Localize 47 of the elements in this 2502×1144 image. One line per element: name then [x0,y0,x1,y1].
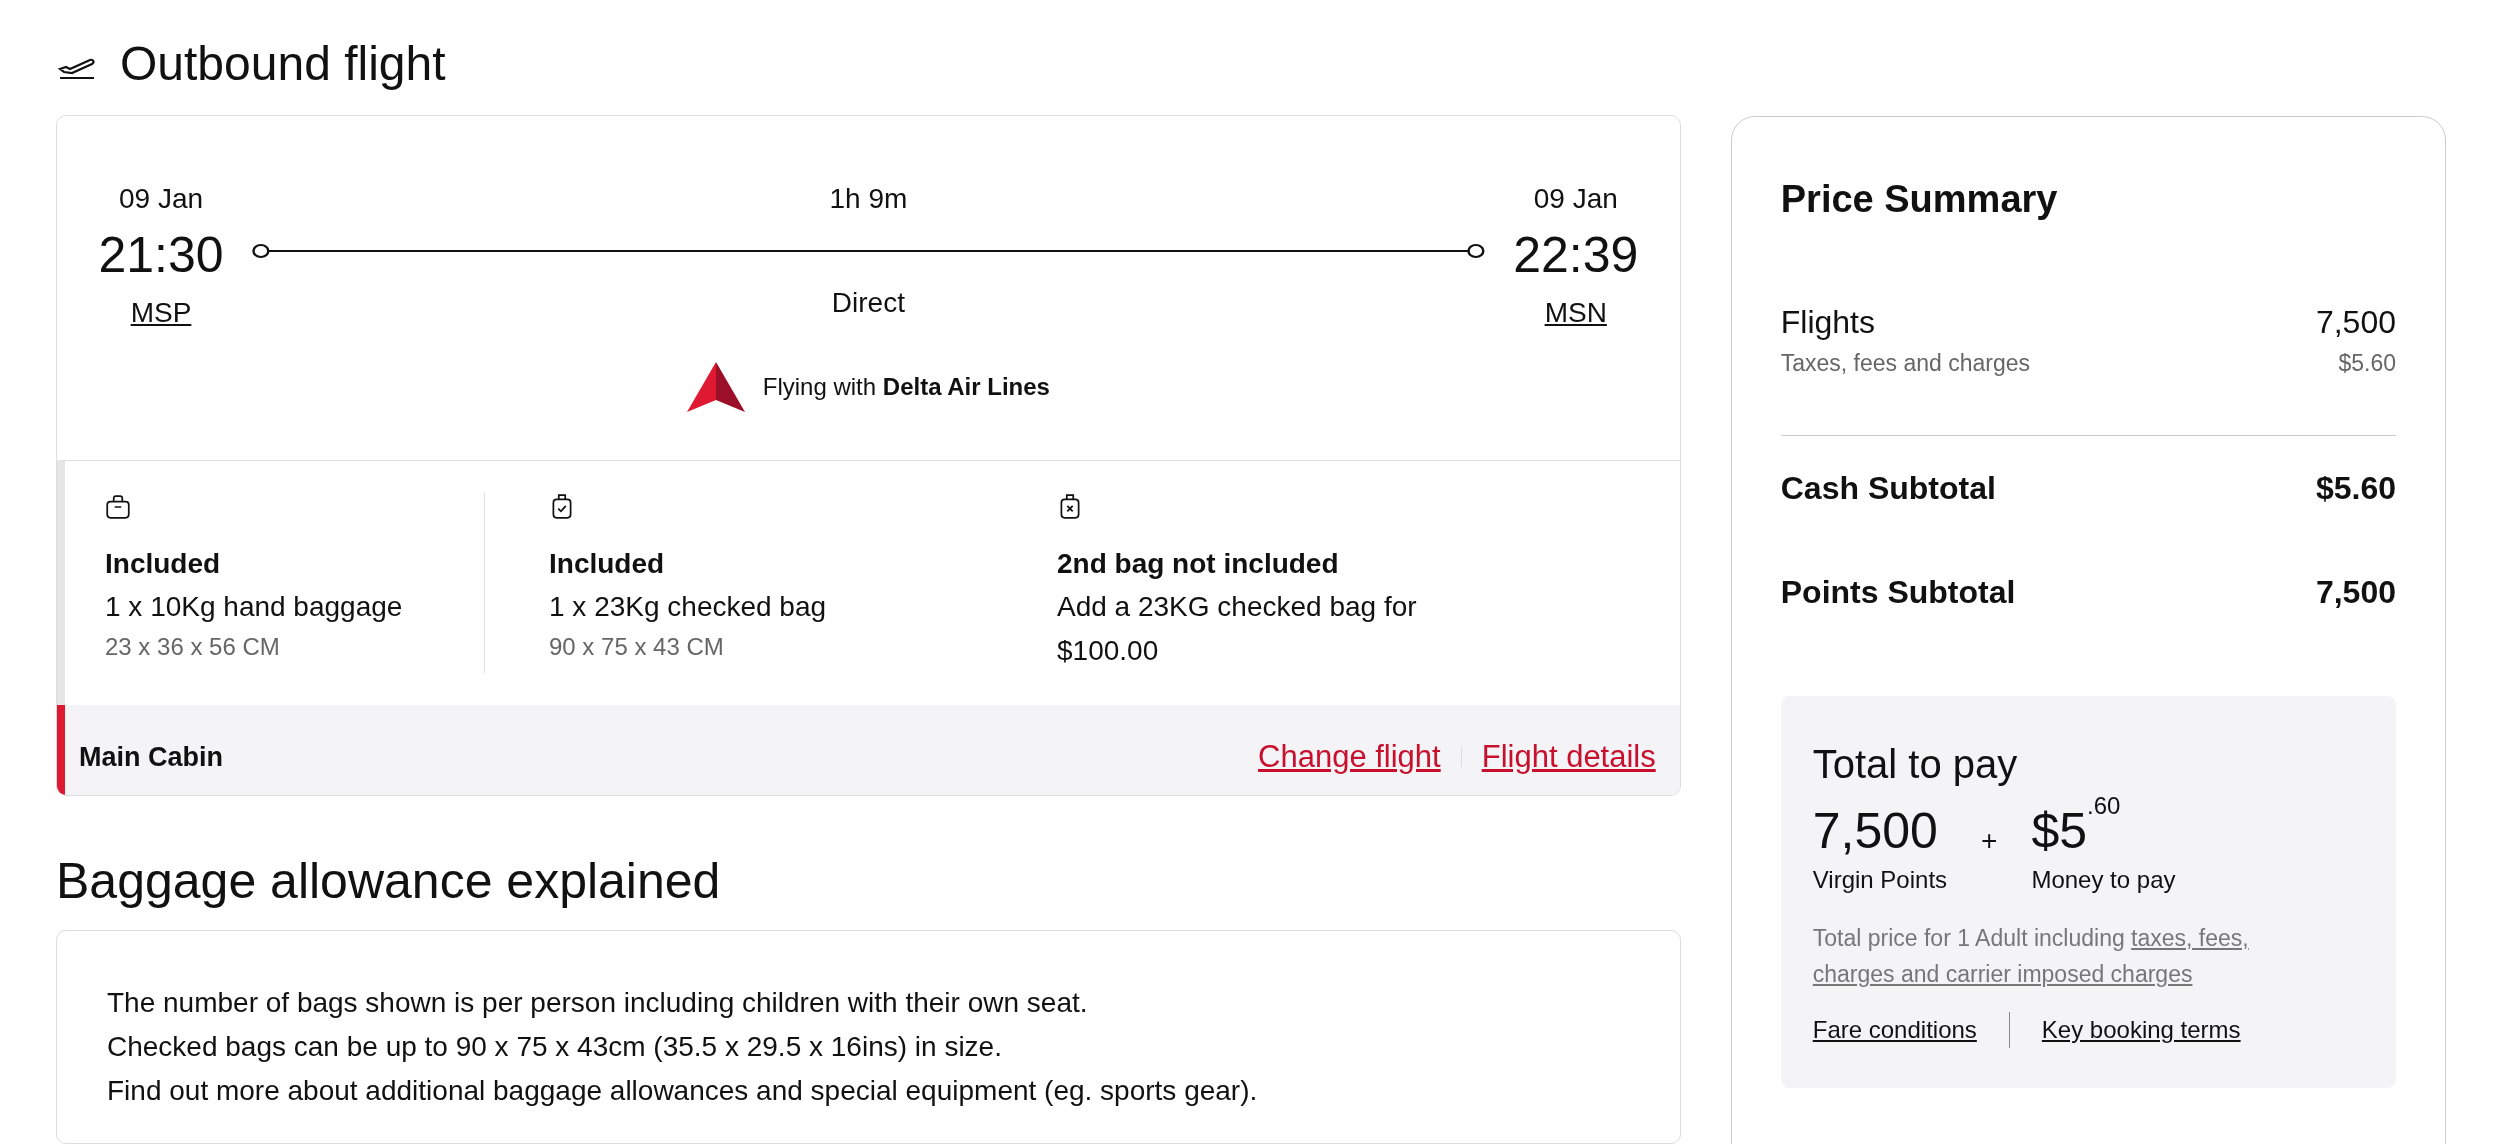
taxes-link[interactable]: taxes, fees, [2131,925,2249,951]
baggage-status: Included [105,547,222,582]
baggage-size: 90 x 75 x 43 CM [549,632,725,663]
plus-sign: + [1981,823,1998,858]
price-summary-title: Price Summary [1780,177,2059,222]
baggage-status: 2nd bag not included [1057,547,1340,582]
baggage-status: Included [549,547,666,582]
allowance-text: Find out more about additional baggage allowances and special equipment (eg. sports gear). [107,1074,1259,1108]
baggage-detail: Add a 23KG checked bag for $100.00 [1057,590,1418,669]
terms-link[interactable]: Fare conditions [1812,1012,1977,1048]
triangle-logo-icon [686,362,745,413]
points-label: Virgin Points [1812,865,1948,895]
carrier-label: Flying with Delta Air Lines [762,372,1050,403]
baggage-detail: 1 x 10Kg hand baggage [105,590,404,625]
cash-subtotal-value: $5.60 [2315,468,2396,508]
taxes-link[interactable]: charges and carrier imposed charges [1812,961,2193,987]
allowance-text: Checked bags can be up to 90 x 75 x 43cm (35.5 x 29.5 x 16ins) in size. [107,1030,1003,1064]
section-heading: Outbound flight [120,40,446,89]
points-subtotal-value: 7,500 [2315,572,2396,612]
total-title: Total to pay [1812,740,2019,788]
airport-link[interactable]: MSP [130,292,192,335]
stops-label: Direct [831,285,905,320]
cabin-link[interactable]: Flight details [1481,733,1656,781]
cabin-link[interactable]: Change flight [1258,733,1441,781]
cabin-name: Main Cabin [79,740,223,774]
taxes-value: $5.60 [2338,349,2396,378]
flights-label: Flights [1780,303,1875,342]
baggage-size: 23 x 36 x 56 CM [105,632,281,663]
points-subtotal-label: Points Subtotal [1780,572,2016,612]
baggage-detail: 1 x 23Kg checked bag [549,590,828,625]
departure-date: 09 Jan [118,181,204,216]
departure-time: 21:30 [98,225,224,285]
airport-link[interactable]: MSN [1544,292,1607,335]
terms-link[interactable]: Key booking terms [2041,1012,2241,1048]
total-money: $5$^{.60}$ [2031,799,2122,861]
arrival-time: 22:39 [1513,225,1639,285]
money-label: Money to pay [2031,865,2176,895]
total-points: 7,500 [1812,801,1939,861]
cash-subtotal-label: Cash Subtotal [1780,468,1996,508]
allowance-text: The number of bags shown is per person including children with their own seat. [107,986,1089,1020]
total-note: Total price for 1 Adult including taxes, fees, charges and carrier imposed charges [1812,924,2250,989]
flights-points: 7,500 [2315,303,2396,342]
flight-duration: 1h 9m [829,181,908,216]
bag-icon [105,493,131,522]
arrival-date: 09 Jan [1533,181,1618,216]
taxes-label: Taxes, fees and charges [1780,349,2031,378]
section-heading: Baggage allowance explained [56,856,722,906]
